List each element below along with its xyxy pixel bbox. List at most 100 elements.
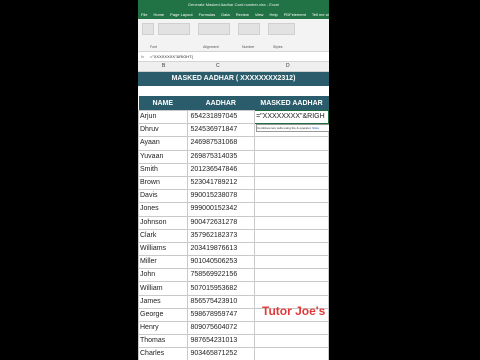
masked-aadhar-cell[interactable] (254, 241, 329, 257)
aadhar-cell[interactable]: 999000152342 (186, 202, 256, 217)
tab-7[interactable]: Help (269, 10, 277, 19)
masked-aadhar-cell[interactable] (254, 268, 329, 283)
table-row: Thomas 987654231013 (138, 334, 329, 349)
tab-9[interactable]: Tell me what yo (312, 10, 329, 19)
styles-controls[interactable] (268, 23, 295, 35)
watermark: Tutor Joe's (262, 304, 326, 318)
tab-2[interactable]: Page Layout (170, 10, 192, 19)
table-row: Clark 357962182373 (138, 228, 329, 243)
tab-8[interactable]: PDFelement (284, 10, 306, 19)
aadhar-cell[interactable]: 203419876613 (186, 241, 256, 257)
number-controls[interactable] (238, 23, 260, 35)
masked-aadhar-edit-cell[interactable]: ="XXXXXXXX"&RIGH (254, 109, 329, 125)
aadhar-cell[interactable]: 990015238078 (186, 189, 256, 204)
alignment-controls[interactable] (198, 23, 230, 35)
name-cell[interactable]: Henry (138, 320, 188, 336)
column-header-b[interactable]: B (162, 62, 165, 71)
name-cell[interactable]: Smith (138, 162, 188, 177)
table-row: Johnson 900472631278 (138, 215, 329, 230)
name-cell[interactable]: Ayaan (138, 136, 188, 151)
fx-icon: fx (141, 54, 145, 59)
name-cell[interactable]: Thomas (138, 334, 188, 349)
masked-aadhar-cell[interactable] (254, 281, 329, 296)
table-row: Miller 901040506253 (138, 255, 329, 270)
name-cell[interactable]: Charles (138, 347, 188, 360)
tab-3[interactable]: Formulas (199, 10, 216, 19)
masked-aadhar-cell[interactable] (254, 202, 329, 217)
table-row: Jones 999000152342 (138, 202, 329, 217)
aadhar-cell[interactable]: 507015953682 (186, 281, 256, 296)
table-row: Arjun 654231897045 ="XXXXXXXX"&RIGH (138, 109, 329, 125)
name-cell[interactable]: William (138, 281, 188, 296)
table-row: Yuvaan 269875314035 (138, 149, 329, 164)
masked-aadhar-cell[interactable] (254, 255, 329, 270)
name-cell[interactable]: Miller (138, 255, 188, 270)
masked-aadhar-cell[interactable] (254, 347, 329, 360)
font-controls[interactable] (158, 23, 190, 35)
aadhar-cell[interactable]: 357962182373 (186, 228, 256, 243)
column-header-d[interactable]: D (286, 62, 290, 71)
name-cell[interactable]: John (138, 268, 188, 283)
aadhar-cell[interactable]: 900472631278 (186, 215, 256, 230)
paste-icon[interactable] (142, 23, 154, 35)
aadhar-cell[interactable]: 524536971847 (186, 123, 256, 138)
aadhar-cell[interactable]: 856575423910 (186, 294, 256, 309)
aadhar-cell[interactable]: 901040506253 (186, 255, 256, 270)
aadhar-cell[interactable]: 758569922156 (186, 268, 256, 283)
ribbon-group-styles: Styles (273, 45, 283, 49)
masked-aadhar-cell[interactable] (254, 215, 329, 230)
ribbon: Font Alignment Number Styles (138, 19, 329, 52)
table-row: Henry 809075604072 (138, 320, 329, 336)
tab-1[interactable]: Home (153, 10, 164, 19)
masked-aadhar-cell[interactable] (254, 136, 329, 151)
table-row: Smith 201236547846 (138, 162, 329, 177)
tab-6[interactable]: View (255, 10, 264, 19)
name-cell[interactable]: George (138, 307, 188, 323)
banner-title: MASKED AADHAR ( XXXXXXXX2312) (138, 72, 329, 86)
table-row: Charles 903465871252 (138, 347, 329, 360)
table-row: Williams 203419876613 (138, 241, 329, 257)
name-cell[interactable]: Davis (138, 189, 188, 204)
name-cell[interactable]: Dhruv (138, 123, 188, 138)
aadhar-cell[interactable]: 246987531068 (186, 136, 256, 151)
name-cell[interactable]: Yuvaan (138, 149, 188, 164)
masked-aadhar-cell[interactable] (254, 228, 329, 243)
aadhar-cell[interactable]: 654231897045 (186, 109, 256, 125)
name-cell[interactable]: Johnson (138, 215, 188, 230)
formula-bar-text[interactable]: ="XXXXXXXX"&RIGHT( (150, 52, 193, 61)
column-headers: B C D (138, 62, 329, 72)
data-table: NAME AADHAR MASKED AADHAR Arjun 654231897… (138, 96, 329, 360)
name-cell[interactable]: Jones (138, 202, 188, 217)
aadhar-cell[interactable]: 903465871252 (186, 347, 256, 360)
name-cell[interactable]: James (138, 294, 188, 309)
table-row: John 758569922156 (138, 268, 329, 283)
aadhar-cell[interactable]: 809075604072 (186, 320, 256, 336)
header-name[interactable]: NAME (138, 96, 187, 111)
header-masked-aadhar[interactable]: MASKED AADHAR (254, 96, 329, 111)
function-tooltip: Combines two cells using the & operator.… (256, 124, 329, 132)
ribbon-group-number: Number (242, 45, 255, 49)
table-row: William 507015953682 (138, 281, 329, 296)
name-cell[interactable]: Clark (138, 228, 188, 243)
aadhar-cell[interactable]: 201236547846 (186, 162, 256, 177)
formula-bar[interactable]: fx ="XXXXXXXX"&RIGHT( (138, 52, 329, 62)
masked-aadhar-cell[interactable] (254, 320, 329, 336)
aadhar-cell[interactable]: 523041789212 (186, 175, 256, 191)
name-cell[interactable]: Williams (138, 241, 188, 257)
masked-aadhar-cell[interactable] (254, 149, 329, 164)
name-cell[interactable]: Arjun (138, 109, 188, 125)
masked-aadhar-cell[interactable] (254, 334, 329, 349)
aadhar-cell[interactable]: 269875314035 (186, 149, 256, 164)
tab-4[interactable]: Data (221, 10, 229, 19)
header-aadhar[interactable]: AADHAR (187, 96, 255, 111)
tooltip-more-link[interactable]: More (312, 126, 319, 130)
tab-5[interactable]: Review (236, 10, 249, 19)
tab-0[interactable]: File (141, 10, 147, 19)
aadhar-cell[interactable]: 598678959747 (186, 307, 256, 323)
aadhar-cell[interactable]: 987654231013 (186, 334, 256, 349)
name-cell[interactable]: Brown (138, 175, 188, 191)
masked-aadhar-cell[interactable] (254, 175, 329, 191)
masked-aadhar-cell[interactable] (254, 162, 329, 177)
masked-aadhar-cell[interactable] (254, 189, 329, 204)
column-header-c[interactable]: C (216, 62, 220, 71)
